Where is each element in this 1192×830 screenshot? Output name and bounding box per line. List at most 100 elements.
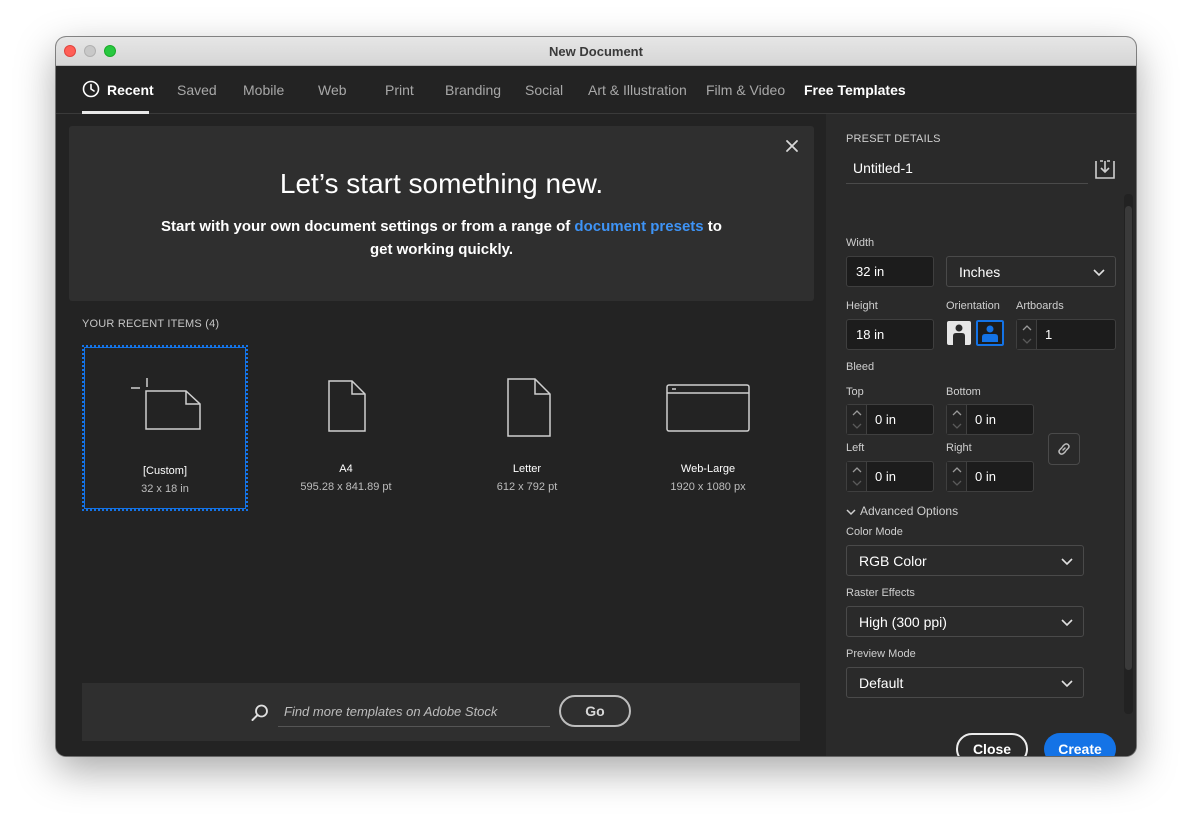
chevron-down-icon (1061, 680, 1073, 688)
recent-item-name: Web-Large (680, 463, 736, 475)
tab-saved[interactable]: Saved (177, 82, 217, 98)
width-label: Width (846, 237, 875, 249)
bleed-bottom-stepper[interactable]: 0 in (946, 404, 1034, 435)
search-icon (251, 704, 268, 721)
bleed-left-stepper[interactable]: 0 in (846, 461, 934, 492)
stepper-arrows[interactable] (947, 462, 967, 491)
tab-social[interactable]: Social (525, 82, 563, 98)
bleed-left-value: 0 in (875, 469, 896, 484)
chevron-up-icon (1022, 325, 1032, 331)
chevron-down-icon (1093, 269, 1105, 277)
artboards-stepper[interactable]: 1 (1016, 319, 1116, 350)
close-icon[interactable] (784, 138, 800, 154)
document-presets-link[interactable]: document presets (574, 218, 703, 235)
artboards-value: 1 (1045, 327, 1053, 342)
bleed-right-value: 0 in (975, 469, 996, 484)
stock-search-bar: Go (82, 683, 800, 741)
chevron-down-icon (852, 423, 862, 429)
recent-item-letter[interactable]: Letter 612 x 792 pt (444, 345, 610, 511)
bleed-top-label: Top (846, 386, 864, 398)
advanced-options-toggle[interactable]: Advanced Options (846, 504, 958, 518)
scrollbar-thumb[interactable] (1125, 206, 1132, 670)
tab-mobile[interactable]: Mobile (243, 82, 284, 98)
recent-item-size: 612 x 792 pt (496, 481, 558, 493)
recent-item-size: 595.28 x 841.89 pt (300, 481, 392, 493)
new-document-dialog: New Document Recent Saved Mobile Web Pri… (56, 37, 1136, 756)
chevron-down-icon (1061, 619, 1073, 627)
raster-effects-label: Raster Effects (846, 587, 915, 599)
width-input[interactable]: 32 in (846, 256, 934, 287)
recent-panel: Let’s start something new. Start with yo… (56, 114, 826, 756)
tab-art-illustration[interactable]: Art & Illustration (588, 82, 687, 98)
close-button[interactable]: Close (956, 733, 1028, 756)
preview-mode-label: Preview Mode (846, 648, 916, 660)
orientation-label: Orientation (946, 300, 1000, 312)
color-mode-select[interactable]: RGB Color (846, 545, 1084, 576)
create-button[interactable]: Create (1044, 733, 1116, 756)
height-label: Height (846, 300, 878, 312)
recent-item-size: 1920 x 1080 px (670, 481, 746, 493)
bleed-right-stepper[interactable]: 0 in (946, 461, 1034, 492)
artboards-label: Artboards (1016, 300, 1064, 312)
bleed-top-stepper[interactable]: 0 in (846, 404, 934, 435)
units-value: Inches (959, 264, 1001, 280)
color-mode-label: Color Mode (846, 526, 903, 538)
chevron-down-icon (846, 509, 856, 515)
units-select[interactable]: Inches (946, 256, 1116, 287)
chevron-up-icon (952, 410, 962, 416)
chevron-down-icon (952, 480, 962, 486)
recent-item-a4[interactable]: A4 595.28 x 841.89 pt (263, 345, 429, 511)
raster-effects-select[interactable]: High (300 ppi) (846, 606, 1084, 637)
recent-item-custom[interactable]: [Custom] 32 x 18 in (82, 345, 248, 511)
stepper-arrows[interactable] (1017, 320, 1037, 349)
preview-mode-select[interactable]: Default (846, 667, 1084, 698)
tab-web[interactable]: Web (318, 82, 347, 98)
document-icon (328, 380, 366, 432)
stepper-arrows[interactable] (947, 405, 967, 434)
document-name-field[interactable]: Untitled-1 (846, 154, 1088, 184)
clock-icon (82, 80, 100, 98)
recent-item-web-large[interactable]: Web-Large 1920 x 1080 px (625, 345, 791, 511)
bleed-label: Bleed (846, 361, 875, 373)
window-title: New Document (549, 44, 643, 59)
stepper-arrows[interactable] (847, 405, 867, 434)
landscape-orientation-icon[interactable] (976, 320, 1004, 346)
tab-branding[interactable]: Branding (445, 82, 501, 98)
chevron-down-icon (1061, 558, 1073, 566)
color-mode-value: RGB Color (859, 553, 927, 569)
advanced-options-label: Advanced Options (860, 504, 959, 518)
bleed-bottom-label: Bottom (946, 386, 981, 398)
tab-print[interactable]: Print (385, 82, 414, 98)
bleed-bottom-value: 0 in (975, 412, 996, 427)
bleed-left-label: Left (846, 442, 865, 454)
tab-free-templates[interactable]: Free Templates (804, 82, 906, 98)
tab-film-video[interactable]: Film & Video (706, 82, 785, 98)
preset-details-panel: PRESET DETAILS Untitled-1 Width 32 in In… (826, 114, 1136, 756)
height-input[interactable]: 18 in (846, 319, 934, 350)
recent-item-name: [Custom] (142, 465, 187, 477)
document-icon (507, 378, 551, 437)
portrait-orientation-icon[interactable] (946, 320, 972, 346)
link-bleed-button[interactable] (1048, 433, 1080, 465)
recent-item-name: A4 (339, 463, 353, 475)
chevron-down-icon (852, 480, 862, 486)
category-tabs: Recent Saved Mobile Web Print Branding S… (56, 66, 1136, 114)
stock-search-input[interactable] (278, 697, 550, 727)
stepper-arrows[interactable] (847, 462, 867, 491)
welcome-banner: Let’s start something new. Start with yo… (69, 126, 814, 301)
browser-window-icon (666, 384, 750, 432)
recent-item-name: Letter (512, 463, 542, 475)
custom-artboard-icon (131, 378, 201, 430)
welcome-text: Start with your own document settings or… (149, 215, 734, 261)
chevron-down-icon (952, 423, 962, 429)
bleed-top-value: 0 in (875, 412, 896, 427)
chevron-up-icon (952, 467, 962, 473)
panel-scrollbar[interactable] (1124, 194, 1133, 714)
go-button[interactable]: Go (559, 695, 631, 727)
save-preset-icon[interactable] (1094, 158, 1116, 180)
recent-items-title: YOUR RECENT ITEMS (82, 318, 202, 330)
tab-recent[interactable]: Recent (107, 82, 154, 98)
chevron-up-icon (852, 410, 862, 416)
welcome-text-before: Start with your own document settings or… (161, 218, 575, 235)
preset-details-heading: PRESET DETAILS (846, 133, 941, 145)
